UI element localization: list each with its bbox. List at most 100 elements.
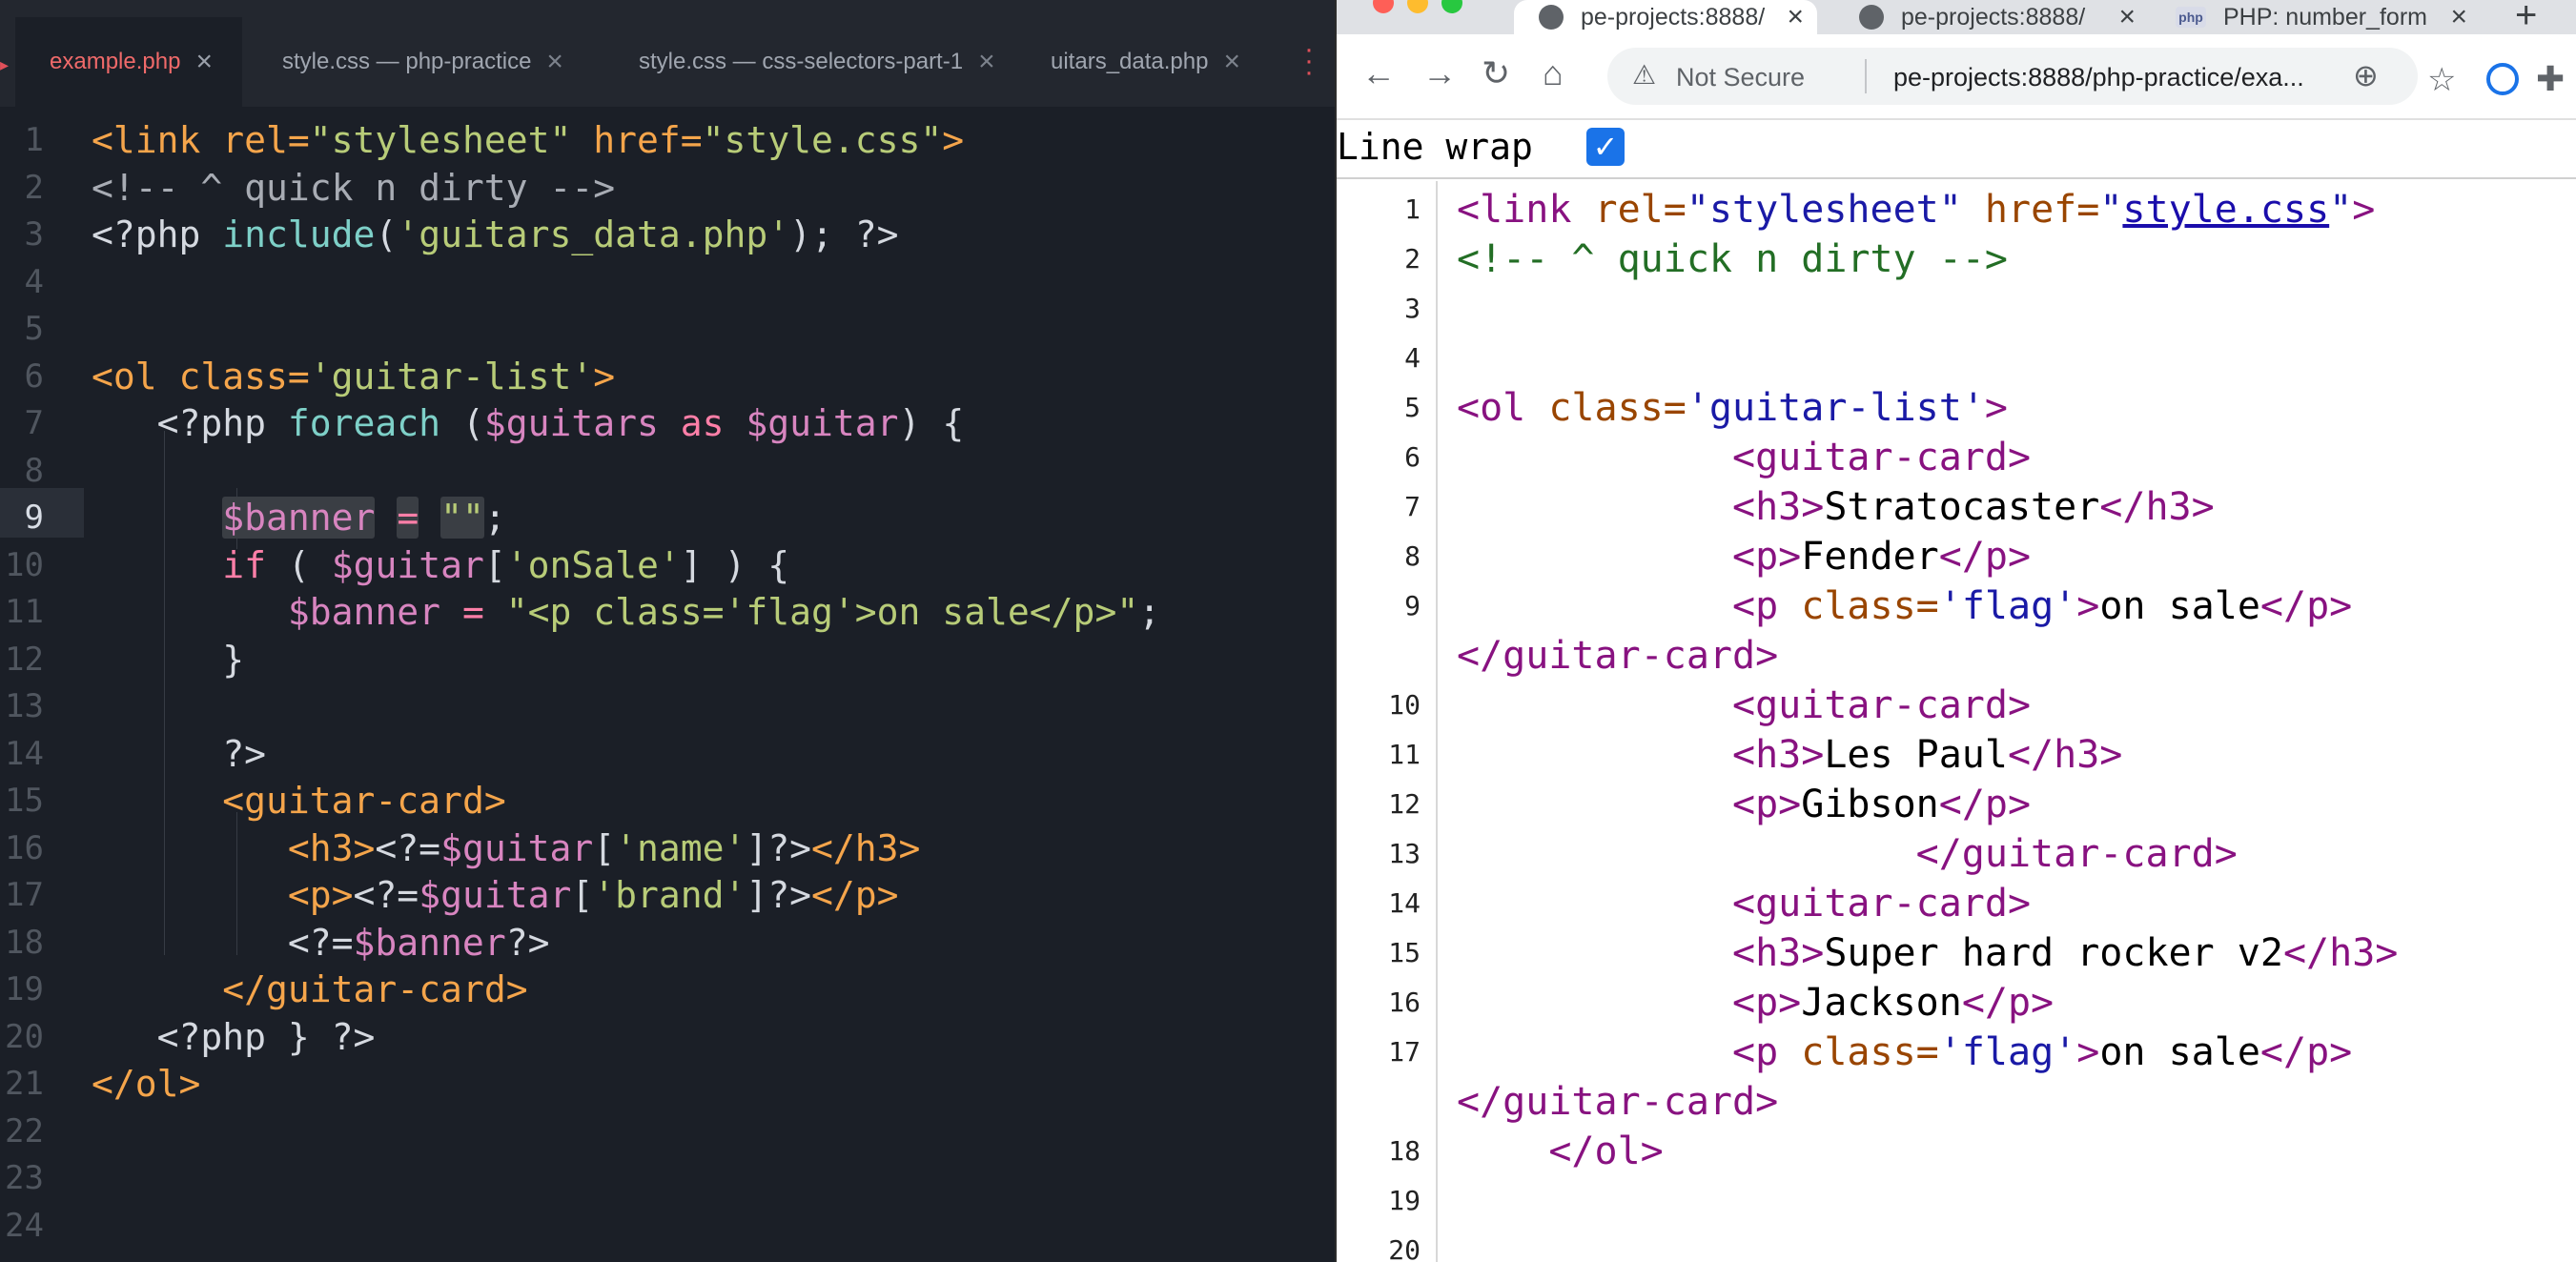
editor-tab-example-php[interactable]: example.php × [15, 17, 242, 107]
code-token: <!-- ^ quick n dirty --> [92, 166, 616, 209]
browser-tab-2[interactable]: pe-projects:8888/ × [1830, 0, 2147, 34]
source-line-number: 1 [1404, 193, 1421, 225]
tab-scroll-left-icon[interactable]: ▸ [0, 55, 9, 75]
code-token: <?php } ?> [92, 1015, 376, 1058]
code-token: ( [440, 402, 484, 444]
maximize-window-button[interactable] [1441, 0, 1462, 13]
zoom-icon[interactable]: ⊕ [2353, 57, 2379, 93]
address-bar[interactable]: ⚠ Not Secure pe-projects:8888/php-practi… [1607, 48, 2418, 105]
source-line: <p>Fender</p> [1457, 532, 2031, 581]
close-icon[interactable]: × [978, 46, 995, 78]
source-token: 'flag' [1938, 584, 2077, 628]
line-number: 5 [24, 310, 44, 348]
source-line: <ol class='guitar-list'> [1457, 383, 2008, 433]
code-token: ; [483, 497, 506, 539]
line-number: 23 [5, 1159, 44, 1197]
source-line: </guitar-card> [1457, 1077, 1778, 1127]
editor-tab-label: uitars_data.php [1051, 49, 1209, 74]
close-icon[interactable]: × [546, 46, 563, 78]
code-token: </guitar-card> [222, 968, 528, 1010]
editor-tab-style-css-php-practice[interactable]: style.css — php-practice × [282, 17, 597, 107]
editor-tab-style-css-css-selectors[interactable]: style.css — css-selectors-part-1 × [639, 17, 1020, 107]
line-number: 4 [24, 262, 44, 301]
source-line: </guitar-card> [1457, 829, 2238, 879]
source-token: </p> [1938, 535, 2032, 579]
source-token: > [2076, 1030, 2100, 1074]
code-token: "<p class='flag'>on sale</p>" [505, 591, 1139, 633]
code-line: } [92, 636, 244, 683]
line-wrap-checkbox[interactable]: ✓ [1586, 128, 1625, 166]
source-token [1457, 733, 1732, 777]
source-line: <guitar-card> [1457, 433, 2031, 482]
browser-window: pe-projects:8888/ × pe-projects:8888/ × … [1335, 0, 2576, 1262]
browser-tab-1[interactable]: pe-projects:8888/ × [1514, 0, 1817, 34]
back-arrow-icon[interactable]: ← [1361, 53, 1396, 93]
code-line: <link rel="stylesheet" href="style.css"> [92, 116, 964, 164]
code-line: <guitar-card> [92, 777, 505, 824]
source-token: Super hard rocker v2 [1824, 931, 2283, 975]
code-token: <?= [92, 921, 354, 964]
close-window-button[interactable] [1373, 0, 1394, 13]
code-token: $guitars [483, 402, 659, 444]
source-line-number: 11 [1388, 739, 1421, 770]
source-token: <guitar-card> [1731, 882, 2032, 926]
source-line-number: 3 [1404, 293, 1421, 324]
code-token: 'onSale' [505, 543, 681, 586]
code-token: if [222, 543, 267, 586]
code-token: ( [266, 543, 332, 586]
code-line: <p><?=$guitar['brand']?></p> [92, 871, 899, 919]
forward-arrow-icon[interactable]: → [1422, 53, 1457, 93]
code-line: $banner = "<p class='flag'>on sale</p>"; [92, 588, 1160, 636]
code-line: <!-- ^ quick n dirty --> [92, 164, 615, 212]
editor-tab-bar: ▸ example.php × style.css — php-practice… [0, 0, 1335, 107]
new-tab-icon[interactable]: + [2515, 0, 2537, 37]
line-number-gutter: 1 2 3 4 5 6 7 8 9 10 11 12 13 14 15 16 17 18 19 20 21 22 23 24 [0, 107, 82, 1262]
line-number: 18 [5, 923, 44, 962]
code-token: $banner [353, 921, 506, 964]
code-token: ( [375, 214, 398, 255]
close-icon[interactable]: × [195, 46, 213, 78]
extension-icon[interactable] [2486, 63, 2519, 95]
source-line-gutter: 1 2 3 4 5 6 7 8 9 10 11 12 13 14 15 16 17 18 19 20 [1337, 181, 1438, 1262]
globe-icon [1539, 5, 1564, 30]
code-token: "style.css" [702, 119, 943, 161]
source-line-number: 15 [1388, 937, 1421, 968]
source-line-number: 18 [1388, 1135, 1421, 1167]
browser-tab-3[interactable]: php PHP: number_form × [2158, 0, 2479, 34]
bookmark-star-icon[interactable]: ☆ [2427, 61, 2456, 99]
puzzle-extensions-icon[interactable]: ✚ [2536, 59, 2565, 99]
code-line: <ol class='guitar-list'> [92, 353, 615, 400]
editor-tab-guitars-data-php[interactable]: uitars_data.php × [1051, 17, 1287, 107]
code-token: $banner [222, 497, 376, 539]
code-token: rel= [222, 119, 310, 161]
code-area[interactable]: <link rel="stylesheet" href="style.css">… [92, 107, 1331, 1262]
close-tab-icon[interactable]: × [2450, 1, 2467, 33]
source-token: href= [1984, 188, 2100, 232]
reload-icon[interactable]: ↻ [1482, 53, 1510, 93]
minimize-window-button[interactable] [1407, 0, 1428, 13]
code-line: </guitar-card> [92, 966, 528, 1013]
close-icon[interactable]: × [1223, 46, 1240, 78]
code-line: if ( $guitar['onSale'] ) { [92, 541, 789, 589]
source-token: </h3> [2282, 931, 2399, 975]
source-line-number: 20 [1388, 1234, 1421, 1262]
stylesheet-link[interactable]: style.css [2122, 188, 2329, 232]
source-token: <p> [1731, 981, 1802, 1025]
more-options-icon[interactable]: · · · [1304, 35, 1314, 87]
home-icon[interactable]: ⌂ [1543, 53, 1564, 93]
close-tab-icon[interactable]: × [2118, 1, 2136, 33]
source-line-number: 19 [1388, 1185, 1421, 1216]
code-token: </h3> [811, 826, 921, 869]
close-tab-icon[interactable]: × [1787, 1, 1804, 33]
security-status[interactable]: Not Secure [1676, 63, 1805, 92]
warning-icon[interactable]: ⚠ [1632, 59, 1656, 91]
source-line-number: 14 [1388, 887, 1421, 919]
code-token: ?> [505, 921, 550, 964]
code-token: <?= [375, 826, 441, 869]
code-token: 'name' [615, 826, 746, 869]
source-token: <!-- ^ quick n dirty --> [1457, 237, 2008, 281]
source-token: > [2076, 584, 2100, 628]
url-text[interactable]: pe-projects:8888/php-practice/exa... [1893, 63, 2351, 92]
